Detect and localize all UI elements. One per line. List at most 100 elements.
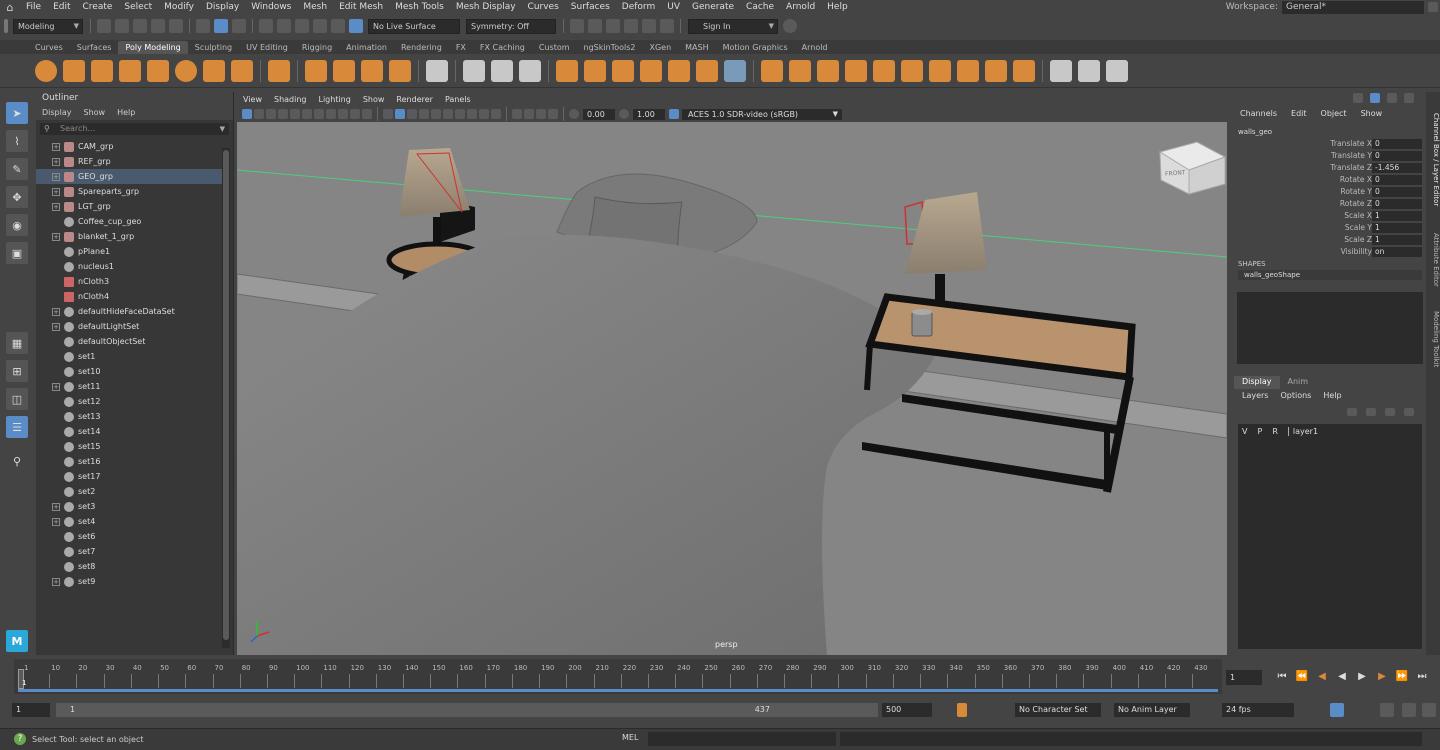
- step-back-frame-icon[interactable]: ◀: [1314, 670, 1330, 684]
- viewport-menu-show[interactable]: Show: [357, 95, 391, 104]
- new-layer-icon[interactable]: [1385, 408, 1395, 416]
- insert-edge-loop-icon[interactable]: [929, 59, 951, 82]
- help-circle-icon[interactable]: [783, 19, 797, 33]
- channel-attr-value[interactable]: on: [1372, 247, 1422, 257]
- open-scene-icon[interactable]: [115, 19, 129, 33]
- menu-curves[interactable]: Curves: [522, 2, 565, 12]
- zoom-icon[interactable]: ⚲: [6, 450, 28, 472]
- backface-culling-icon[interactable]: [548, 109, 558, 119]
- outliner-item[interactable]: pPlane1: [36, 244, 222, 259]
- outliner-menu-help[interactable]: Help: [117, 108, 135, 117]
- expand-icon[interactable]: +: [52, 322, 60, 331]
- colorspace-dropdown[interactable]: ACES 1.0 SDR-video (sRGB) ▼: [682, 108, 842, 120]
- maya-home-icon[interactable]: ⌂: [0, 1, 20, 14]
- sculpt-geometry-icon[interactable]: [724, 59, 746, 82]
- layer-menu-options[interactable]: Options: [1280, 391, 1311, 403]
- redo-icon[interactable]: [169, 19, 183, 33]
- lasso-tool-icon[interactable]: ⌇: [6, 130, 28, 152]
- smooth-shade-icon[interactable]: [395, 109, 405, 119]
- step-back-key-icon[interactable]: ⏪: [1294, 670, 1310, 684]
- side-tab-attribute-editor[interactable]: Attribute Editor: [1426, 220, 1440, 300]
- channel-attr-row[interactable]: Rotate Y0: [1232, 187, 1422, 198]
- go-to-end-icon[interactable]: ⏭: [1414, 670, 1430, 684]
- sound-icon[interactable]: [1380, 703, 1394, 717]
- shelf-tab-surfaces[interactable]: Surfaces: [70, 41, 119, 54]
- snap-point-icon[interactable]: [295, 19, 309, 33]
- outliner-menu-show[interactable]: Show: [84, 108, 106, 117]
- text-icon[interactable]: [361, 59, 383, 82]
- select-component-icon[interactable]: [232, 19, 246, 33]
- type-icon[interactable]: [426, 59, 448, 82]
- snap-view-icon[interactable]: [313, 19, 327, 33]
- channel-attr-row[interactable]: Visibility on: [1232, 247, 1422, 258]
- gamma-field[interactable]: 1.00: [633, 108, 665, 120]
- cb-menu-channels[interactable]: Channels: [1240, 109, 1277, 121]
- separate-icon[interactable]: [491, 59, 513, 82]
- exposure-field[interactable]: 0.00: [583, 108, 615, 120]
- paint-select-tool-icon[interactable]: ✎: [6, 158, 28, 180]
- outliner-layout-icon[interactable]: ☰: [6, 416, 28, 438]
- channel-attr-value[interactable]: 0: [1372, 139, 1422, 149]
- channel-attr-value[interactable]: 0: [1372, 175, 1422, 185]
- expand-icon[interactable]: +: [52, 307, 60, 316]
- channel-attr-value[interactable]: 1: [1372, 211, 1422, 221]
- shelf-tab-curves[interactable]: Curves: [28, 41, 70, 54]
- menu-file[interactable]: File: [20, 2, 47, 12]
- menu-windows[interactable]: Windows: [245, 2, 297, 12]
- loop-icon[interactable]: [1402, 703, 1416, 717]
- expand-icon[interactable]: +: [52, 502, 60, 511]
- exposure-icon[interactable]: [569, 109, 579, 119]
- shelf-tab-poly-modeling[interactable]: Poly Modeling: [118, 41, 188, 54]
- expand-icon[interactable]: +: [52, 517, 60, 526]
- xray-icon[interactable]: [524, 109, 534, 119]
- boolean-union-icon[interactable]: [556, 59, 578, 82]
- viewport-menu-shading[interactable]: Shading: [268, 95, 313, 104]
- channel-attr-name[interactable]: Rotate X: [1340, 175, 1372, 184]
- channel-attr-name[interactable]: Translate Z: [1330, 163, 1372, 172]
- bridge-icon[interactable]: [696, 59, 718, 82]
- shelf-tab-ngskintools2[interactable]: ngSkinTools2: [577, 41, 643, 54]
- boolean-difference-icon[interactable]: [584, 59, 606, 82]
- shelf-tab-mash[interactable]: MASH: [678, 41, 715, 54]
- menu-deform[interactable]: Deform: [616, 2, 661, 12]
- outliner-item[interactable]: Coffee_cup_geo: [36, 214, 222, 229]
- layer-playback-toggle[interactable]: P: [1257, 427, 1262, 436]
- layer-tab-display[interactable]: Display: [1234, 376, 1280, 389]
- uv-planar-icon[interactable]: [1050, 59, 1072, 82]
- render-frame-icon[interactable]: [588, 19, 602, 33]
- menu-arnold[interactable]: Arnold: [780, 2, 821, 12]
- poly-cylinder-icon[interactable]: [91, 59, 113, 82]
- outliner-item[interactable]: set7: [36, 544, 222, 559]
- wireframe-icon[interactable]: [383, 109, 393, 119]
- ambient-occlusion-icon[interactable]: [455, 109, 465, 119]
- magnet-icon[interactable]: [349, 19, 363, 33]
- symmetry-dropdown[interactable]: Symmetry: Off: [466, 18, 556, 34]
- viewport-persp[interactable]: FRONT persp: [237, 122, 1227, 655]
- shelf-tab-rendering[interactable]: Rendering: [394, 41, 449, 54]
- channel-attr-value[interactable]: 0: [1372, 151, 1422, 161]
- menu-generate[interactable]: Generate: [686, 2, 740, 12]
- move-tool-icon[interactable]: ✥: [6, 186, 28, 208]
- mel-label[interactable]: MEL: [622, 733, 638, 742]
- gamma-icon[interactable]: [619, 109, 629, 119]
- merge-icon[interactable]: [901, 59, 923, 82]
- menu-create[interactable]: Create: [77, 2, 119, 12]
- channel-attr-name[interactable]: Rotate Y: [1340, 187, 1372, 196]
- outliner-item[interactable]: + set9: [36, 574, 222, 589]
- viewport-menu-panels[interactable]: Panels: [439, 95, 477, 104]
- outliner-item[interactable]: set6: [36, 529, 222, 544]
- multi-cut-icon[interactable]: [873, 59, 895, 82]
- color-management-icon[interactable]: [669, 109, 679, 119]
- poly-plane-icon[interactable]: [119, 59, 141, 82]
- film-gate-icon[interactable]: [314, 109, 324, 119]
- select-tool-icon[interactable]: ➤: [6, 102, 28, 124]
- menu-cache[interactable]: Cache: [740, 2, 780, 12]
- outliner-item[interactable]: set2: [36, 484, 222, 499]
- poly-cube-icon[interactable]: [63, 59, 85, 82]
- snap-surface-icon[interactable]: [331, 19, 345, 33]
- anim-layer-dropdown[interactable]: No Anim Layer: [1114, 703, 1190, 717]
- channel-attr-name[interactable]: Scale Y: [1345, 223, 1372, 232]
- outliner-item[interactable]: nCloth4: [36, 289, 222, 304]
- shelf-tab-fx-caching[interactable]: FX Caching: [473, 41, 532, 54]
- gate-mask-icon[interactable]: [338, 109, 348, 119]
